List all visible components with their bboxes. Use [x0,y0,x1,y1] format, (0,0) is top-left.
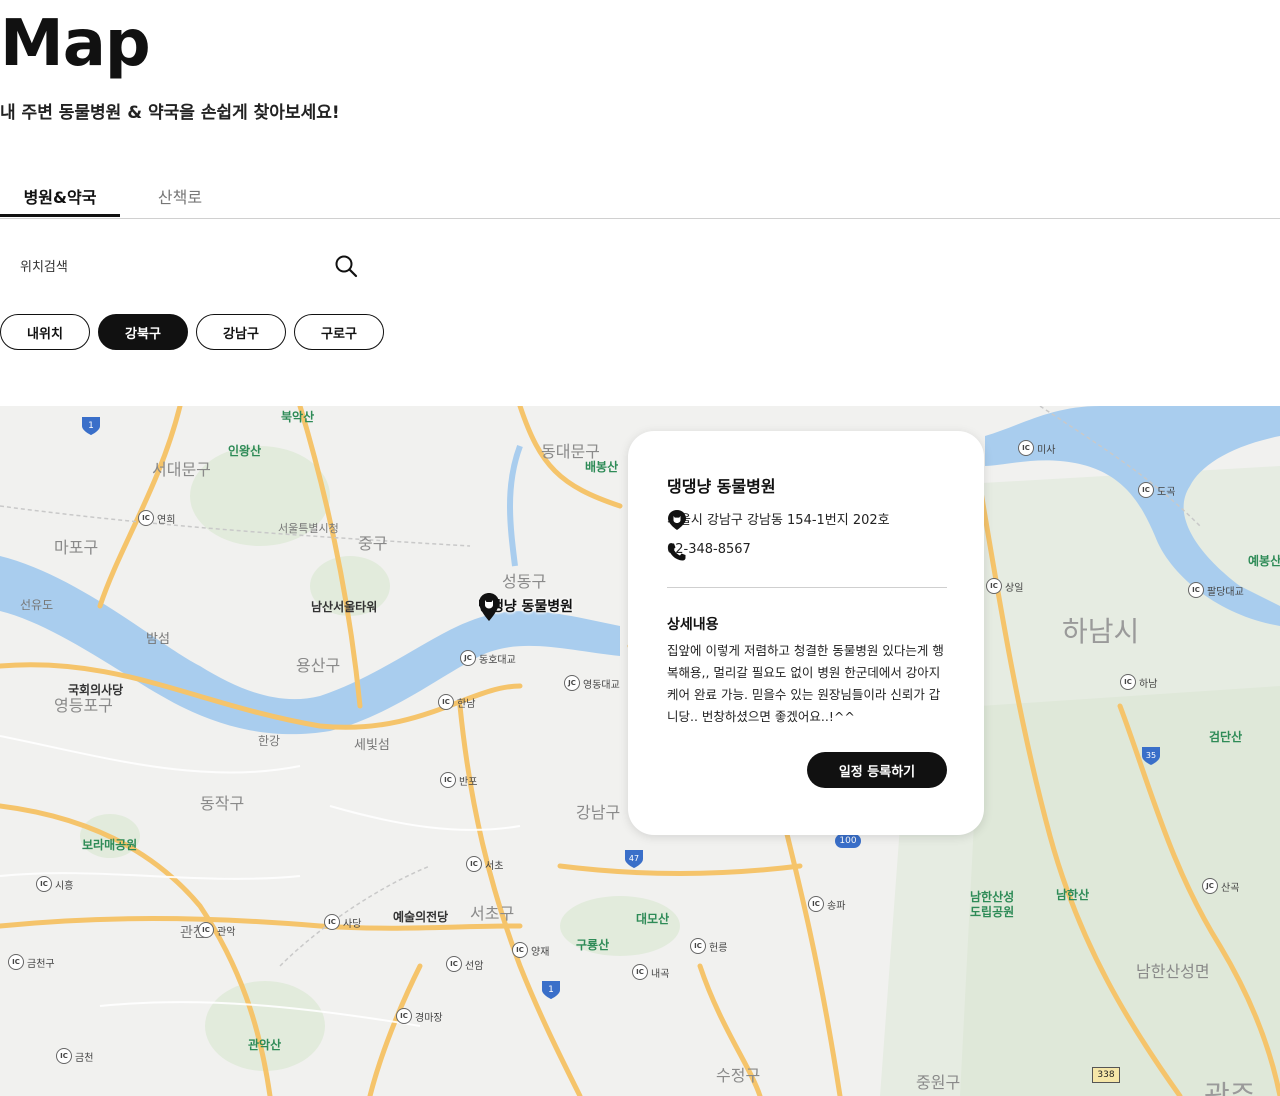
phone-icon [668,543,686,561]
ic-hannam: IC 한남 [438,694,475,710]
map-label-jungwon: 중원구 [916,1073,961,1092]
ic-banpo: IC 반포 [440,772,477,788]
map-pin-icon [479,593,499,621]
location-pin-icon [668,510,686,530]
ic-geumcheon-gu: IC 금천구 [8,954,55,970]
route-1-shield: 1 [82,417,100,435]
map-label-sebitseom: 세빛섬 [354,738,390,753]
jc-sangok: JC 산곡 [1202,878,1239,894]
ic-misa: IC 미사 [1018,440,1055,456]
map-label-seonyudo: 선유도 [20,598,54,612]
detail-title: 상세내용 [667,617,719,633]
map-view[interactable]: 1 47 35 1 100 338 북악산 인왕산 서대문구 동대문구 배봉산 … [0,406,1280,1096]
ic-seocho: IC 서초 [466,856,503,872]
map-label-daemosan: 대모산 [636,912,670,926]
map-label-bukaksan: 북악산 [281,410,315,424]
svg-text:35: 35 [1146,751,1156,760]
map-label-geomdansan: 검단산 [1209,730,1243,744]
phone-row: 02-348-8567 [667,542,751,561]
filter-my-location[interactable]: 내위치 [0,314,90,350]
route-35-shield: 35 [1142,747,1160,765]
jc-yeongdong: JC 영동대교 [564,675,620,691]
detail-text: 집앞에 이렇게 저렴하고 청결한 동물병원 있다는게 행복해용,, 멀리갈 필요… [667,643,944,724]
map-label-gwanaksan: 관악산 [248,1038,282,1052]
route-1-south-shield: 1 [542,981,560,999]
card-divider [667,587,947,588]
ic-heolleung: IC 헌릉 [690,938,727,954]
ic-geumcheon: IC 금천 [56,1048,93,1064]
ic-yangjae: IC 양재 [512,942,549,958]
map-label-yebongsan: 예봉산 [1248,554,1280,568]
map-label-yongsan: 용산구 [296,656,341,675]
filter-gangbuk[interactable]: 강북구 [98,314,188,350]
filter-guro[interactable]: 구로구 [294,314,384,350]
route-100-badge: 100 [835,834,861,848]
route-338-badge: 338 [1092,1067,1120,1083]
location-search [0,248,370,284]
ic-siheung: IC 시흥 [36,876,73,892]
map-label-seoul-city-hall: 서울특별시청 [278,522,339,535]
route-47-shield: 47 [625,850,643,868]
ic-gwanak: IC 관악 [198,922,235,938]
map-label-namhansanseong-myeon: 남한산성면 [1136,962,1210,981]
map-label-dongjak: 동작구 [200,794,245,813]
filter-gangnam[interactable]: 강남구 [196,314,286,350]
ic-sangil: IC 상일 [986,578,1023,594]
register-schedule-button[interactable]: 일정 등록하기 [807,752,947,788]
map-label-guryongsan: 구룡산 [576,938,610,952]
map-label-hanam-city: 하남시 [1062,615,1140,648]
map-label-namhansanseong-park: 남한산성 도립공원 [970,890,1015,919]
ic-dogok: IC 도곡 [1138,482,1175,498]
ic-sadang: IC 사당 [324,914,361,930]
svg-text:1: 1 [88,421,94,431]
ic-yeonhui: IC 연희 [138,510,175,526]
tab-hospital-pharmacy[interactable]: 병원&약국 [0,176,120,217]
jc-dongho: JC 동호대교 [460,650,516,666]
address-row: 서울시 강남구 강남동 154-1번지 202호 [667,509,890,530]
map-label-gangnam: 강남구 [576,803,621,822]
map-label-sujeong: 수정구 [716,1066,761,1085]
map-label-hangang: 한강 [258,734,281,748]
search-icon[interactable] [334,254,358,278]
page-subtitle: 내 주변 동물병원 & 약국을 손쉽게 찾아보세요! [0,103,340,123]
ic-hanam: IC 하남 [1120,674,1157,690]
tab-walking-trail[interactable]: 산책로 [120,176,240,216]
page-title: Map [0,7,151,81]
ic-paldang: IC 팔당대교 [1188,582,1244,598]
map-label-namhansan: 남한산 [1056,888,1090,902]
map-label-junggu: 중구 [358,534,388,553]
map-label-arts-center: 예술의전당 [393,910,449,924]
ic-songpa: IC 송파 [808,896,845,912]
search-input[interactable] [18,252,322,282]
map-label-seodaemun: 서대문구 [152,460,211,479]
map-label-baebongsan: 배봉산 [585,460,619,474]
map-label-boramae: 보라매공원 [82,838,138,852]
map-label-namsan-tower: 남산서울타워 [311,600,378,614]
tab-bar: 병원&약국 산책로 [0,176,1280,219]
ic-gyeongmajang: IC 경마장 [396,1008,443,1024]
map-label-gwangju: 광주 [1204,1079,1256,1096]
svg-text:1: 1 [548,985,554,995]
svg-text:47: 47 [629,854,639,863]
map-label-inwangsan: 인왕산 [228,444,262,458]
hospital-name: 댕댕냥 동물병원 [667,477,776,496]
map-label-seongdong: 성동구 [502,572,547,591]
hospital-address: 서울시 강남구 강남동 154-1번지 202호 [667,513,890,528]
map-label-bamseom: 밤섬 [146,632,170,647]
hospital-marker[interactable]: 댕댕냥 동물병원 [478,592,573,621]
map-label-seocho-gu: 서초구 [470,904,515,923]
ic-naegok: IC 내곡 [632,964,669,980]
map-label-mapo: 마포구 [54,538,99,557]
ic-seonam: IC 선암 [446,956,483,972]
map-label-yeongdeungpo: 영등포구 [54,696,113,715]
hospital-info-card: 댕댕냥 동물병원 서울시 강남구 강남동 154-1번지 202호 02-348… [628,431,984,835]
